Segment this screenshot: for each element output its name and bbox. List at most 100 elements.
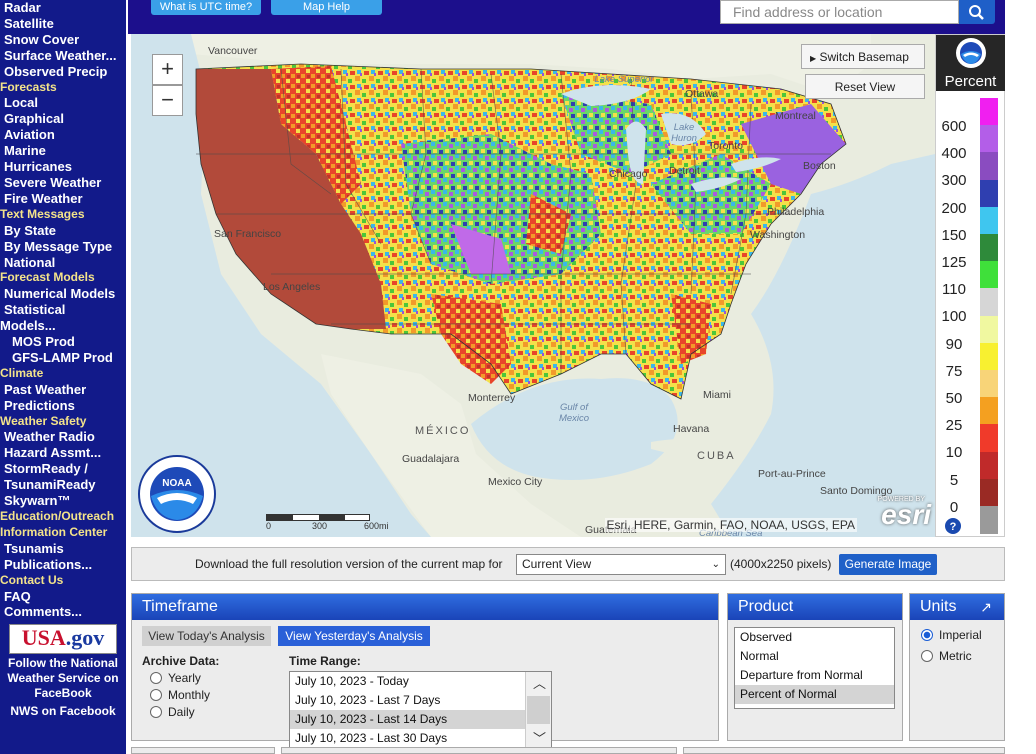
units-imperial-radio[interactable]: Imperial <box>921 628 982 642</box>
sidebar-section-heading: Weather Safety <box>0 413 87 428</box>
city-label: Port-au-Prince <box>758 468 826 480</box>
sidebar-item[interactable]: Fire Weather <box>0 191 126 207</box>
sidebar-item[interactable]: By Message Type <box>0 239 126 255</box>
sidebar-item[interactable]: Satellite <box>0 16 126 32</box>
sidebar-section-heading: Climate <box>0 365 44 380</box>
sidebar-item[interactable]: StormReady / <box>0 461 126 477</box>
sidebar-item[interactable]: Hurricanes <box>0 159 126 175</box>
legend-swatch <box>980 288 998 317</box>
sidebar-item[interactable]: National <box>0 255 126 271</box>
water-label: Lake Superior <box>594 74 654 85</box>
sidebar-item[interactable]: FAQ <box>0 589 126 605</box>
zoom-in-button[interactable]: + <box>152 54 183 85</box>
radio-icon <box>921 629 933 641</box>
sidebar-item[interactable]: Publications... <box>0 557 126 573</box>
chevron-down-icon[interactable]: ﹀ <box>533 728 546 747</box>
legend-label: 25 <box>945 417 963 435</box>
city-label: Havana <box>673 423 710 435</box>
search-button[interactable] <box>959 0 995 24</box>
scroll-thumb[interactable] <box>527 696 550 724</box>
sidebar-item[interactable]: Tsunamis <box>0 541 126 557</box>
sidebar-item[interactable]: Marine <box>0 143 126 159</box>
sidebar-item[interactable]: Comments... <box>0 604 126 620</box>
time-range-rows: July 10, 2023 - Today July 10, 2023 - Las… <box>290 672 551 748</box>
noaa-seal-icon: NOAA <box>138 455 216 533</box>
usa-gov-logo[interactable]: USA.gov <box>9 624 117 655</box>
city-label: Philadelphia <box>767 206 825 218</box>
product-option[interactable]: Normal <box>735 647 894 666</box>
legend-header: Percent <box>936 35 1005 91</box>
legend-swatch <box>980 478 998 507</box>
legend-swatch <box>980 125 998 154</box>
timeframe-panel: Timeframe View Today's Analysis View Yes… <box>131 593 719 749</box>
archive-monthly-radio[interactable]: Monthly <box>150 688 210 702</box>
legend-swatch <box>980 315 998 344</box>
map-attribution: Esri, HERE, Garmin, FAO, NOAA, USGS, EPA <box>604 518 857 532</box>
sidebar-section-heading: Contact Us <box>0 572 64 587</box>
sidebar-item[interactable]: Observed Precip <box>0 64 126 80</box>
sidebar-item[interactable]: Hazard Assmt... <box>0 445 126 461</box>
sidebar-item[interactable]: Snow Cover <box>0 32 126 48</box>
time-range-scrollbar[interactable]: ︿ ﹀ <box>525 672 551 748</box>
sidebar-item[interactable]: Radar <box>0 0 126 16</box>
product-panel: Product Observed Normal Departure from Nor… <box>727 593 903 741</box>
facebook-link[interactable]: NWS on Facebook <box>0 704 126 719</box>
sidebar-item[interactable]: Local <box>0 95 126 111</box>
sidebar-item[interactable]: By State <box>0 223 126 239</box>
zoom-out-button[interactable]: − <box>152 85 183 116</box>
sidebar-item[interactable]: Predictions <box>0 398 126 414</box>
search-input[interactable]: Find address or location <box>720 0 959 24</box>
switch-basemap-button[interactable]: ▶ Switch Basemap <box>801 44 925 69</box>
sidebar-item[interactable]: Statistical <box>0 302 126 318</box>
tab-yesterday-analysis[interactable]: View Yesterday's Analysis <box>278 626 430 646</box>
sidebar-item[interactable]: Aviation <box>0 127 126 143</box>
units-panel: Units ↗ Imperial Metric <box>909 593 1005 741</box>
product-list[interactable]: Observed Normal Departure from Normal Perce… <box>734 627 895 709</box>
bottom-panel-edge <box>281 747 677 754</box>
sidebar-item[interactable]: Models... <box>0 318 126 334</box>
time-range-list[interactable]: July 10, 2023 - Today July 10, 2023 - Las… <box>289 671 552 749</box>
product-option[interactable]: Observed <box>735 628 894 647</box>
archive-daily-radio[interactable]: Daily <box>150 705 195 719</box>
radio-label: Daily <box>168 705 195 719</box>
map-help-button[interactable]: Map Help <box>271 0 382 15</box>
download-bar: Download the full resolution version of … <box>131 547 1005 581</box>
help-icon[interactable]: ? <box>944 517 962 535</box>
sidebar-item[interactable]: Surface Weather... <box>0 48 126 64</box>
sidebar-item[interactable]: Numerical Models <box>0 286 126 302</box>
sidebar-item[interactable]: Weather Radio <box>0 429 126 445</box>
legend-swatch <box>980 234 998 262</box>
sidebar-item[interactable]: Severe Weather <box>0 175 126 191</box>
city-label: Detroit <box>669 165 700 177</box>
precip-map[interactable]: NOAA + − ▶ Switch Basemap Reset View Van… <box>131 34 935 537</box>
units-metric-radio[interactable]: Metric <box>921 649 972 663</box>
sidebar-item[interactable]: MOS Prod <box>0 334 126 350</box>
sidebar-item[interactable]: Skywarn™ <box>0 493 126 509</box>
generate-image-button[interactable]: Generate Image <box>839 554 937 575</box>
bottom-panel-edge <box>131 747 275 754</box>
tab-today-analysis[interactable]: View Today's Analysis <box>142 626 271 646</box>
chevron-up-icon[interactable]: ︿ <box>533 673 546 692</box>
time-range-option[interactable]: July 10, 2023 - Last 30 Days <box>290 729 525 748</box>
time-range-label: Time Range: <box>289 654 361 668</box>
expand-arrow-icon[interactable]: ↗ <box>980 594 992 620</box>
svg-text:NOAA: NOAA <box>162 478 191 489</box>
time-range-option[interactable]: July 10, 2023 - Last 7 Days <box>290 691 525 710</box>
legend-panel: Percent 600 400 300 200 150 125 110 100 90 75 50 25… <box>935 34 1005 537</box>
product-option[interactable]: Percent of Normal <box>735 685 894 704</box>
product-option[interactable]: Departure from Normal <box>735 666 894 685</box>
utc-time-button[interactable]: What is UTC time? <box>151 0 261 15</box>
sidebar-item[interactable]: Graphical <box>0 111 126 127</box>
sidebar-section-heading: Education/Outreach <box>0 509 115 523</box>
time-range-option[interactable]: July 10, 2023 - Last 14 Days <box>290 710 525 729</box>
download-view-select[interactable]: Current View ⌄ <box>516 554 726 575</box>
sidebar-item[interactable]: GFS-LAMP Prod <box>0 350 126 366</box>
noaa-badge-icon <box>956 38 986 68</box>
legend-label: 75 <box>945 362 963 380</box>
legend-swatch <box>980 261 998 290</box>
time-range-option[interactable]: July 10, 2023 - Today <box>290 672 525 691</box>
archive-yearly-radio[interactable]: Yearly <box>150 671 201 685</box>
sidebar-item[interactable]: Past Weather <box>0 382 126 398</box>
sidebar-item[interactable]: TsunamiReady <box>0 477 126 493</box>
reset-view-button[interactable]: Reset View <box>805 74 925 99</box>
